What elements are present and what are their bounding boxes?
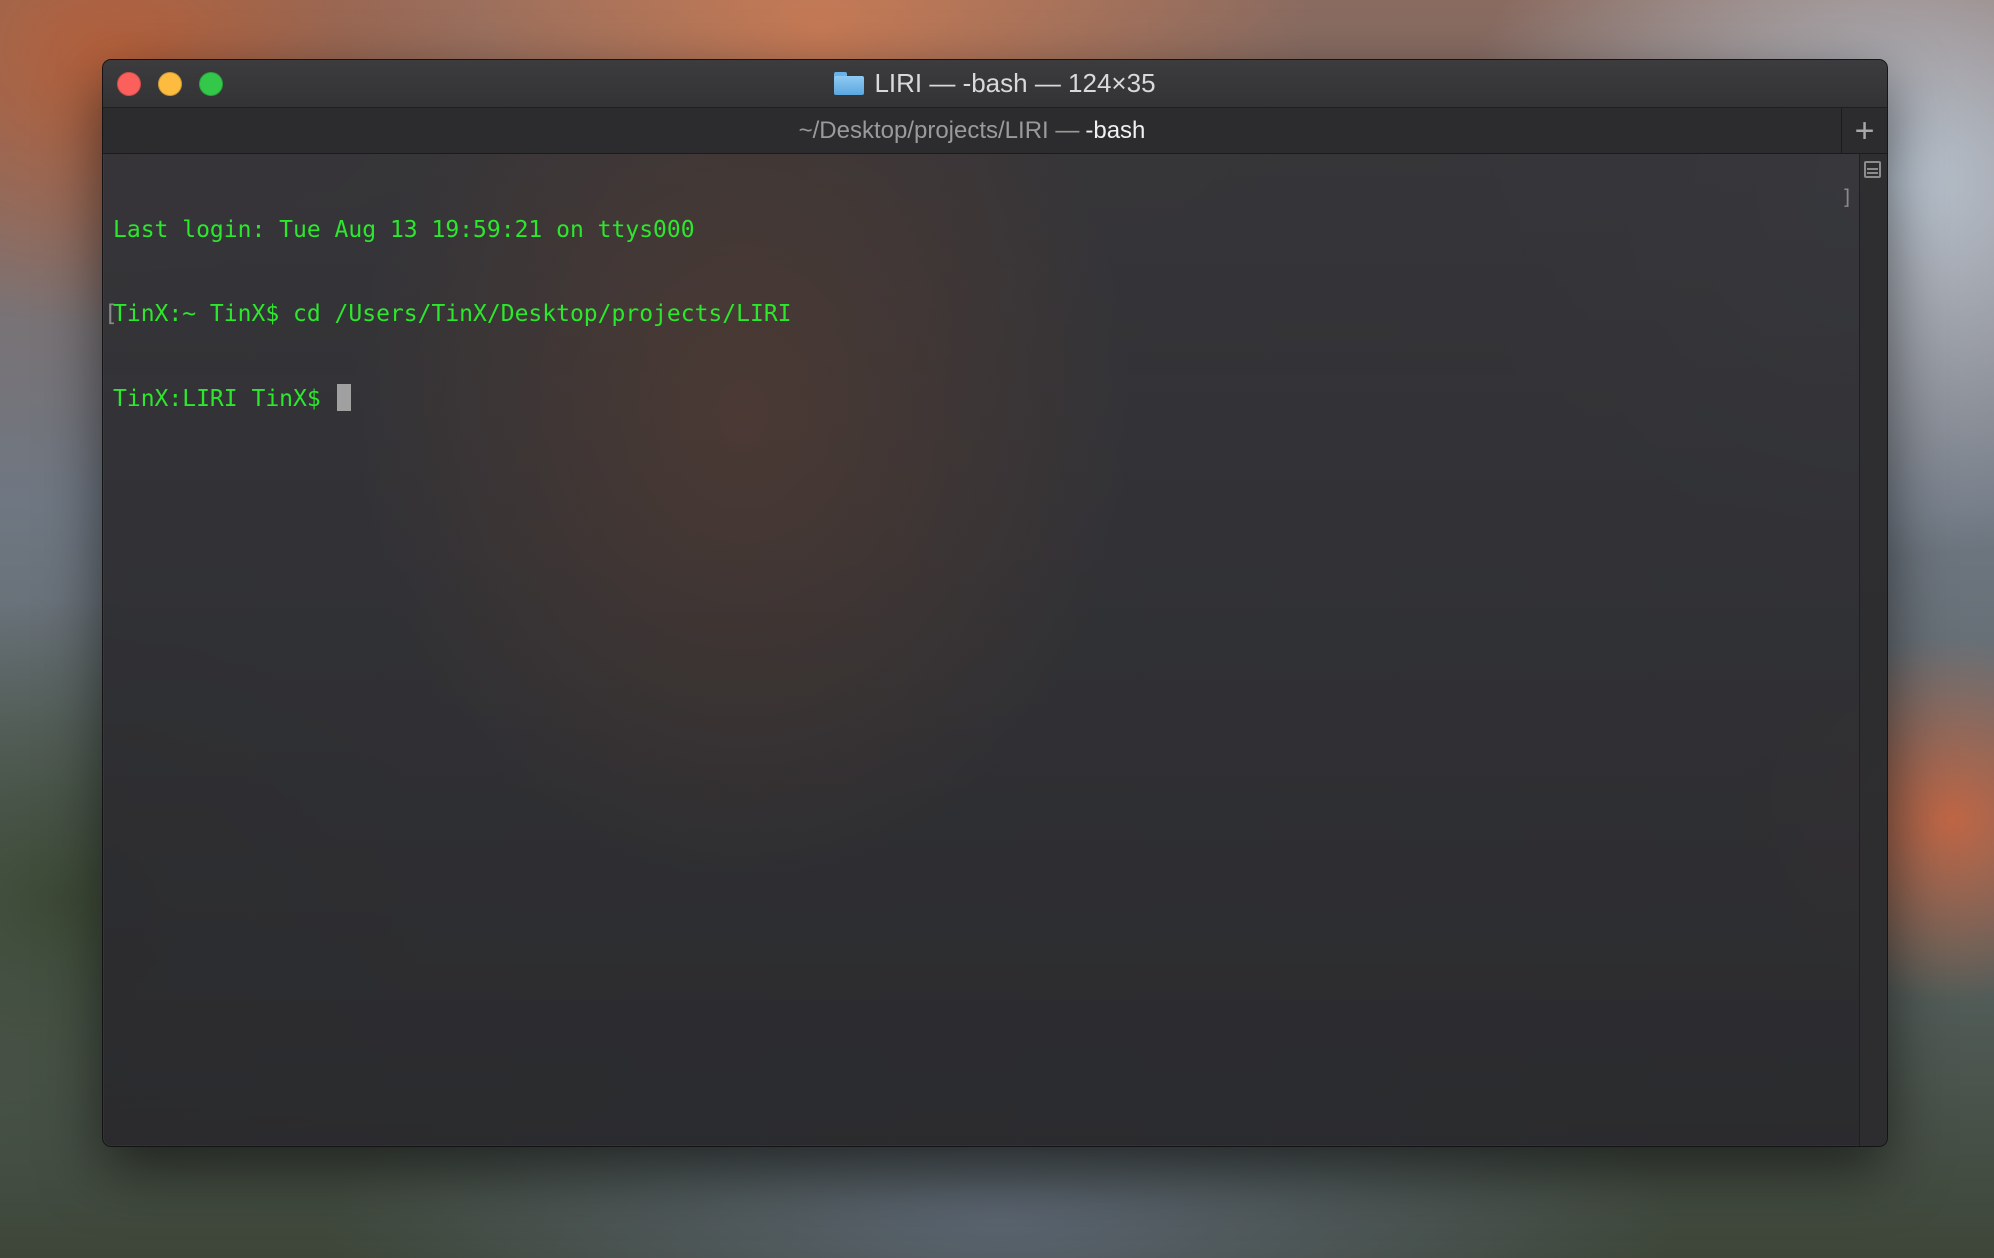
mark-right: ] (1840, 185, 1853, 209)
tab-bar: ~/Desktop/projects/LIRI — -bash + (103, 107, 1887, 154)
window-title-group: LIRI — -bash — 124×35 (834, 68, 1156, 99)
split-pane-icon[interactable] (1864, 161, 1881, 178)
terminal-line: Last login: Tue Aug 13 19:59:21 on ttys0… (113, 216, 1847, 244)
terminal-line: [TinX:~ TinX$ cd /Users/TinX/Desktop/pro… (104, 300, 1847, 328)
terminal-window: LIRI — -bash — 124×35 ~/Desktop/projects… (102, 59, 1888, 1147)
terminal-content[interactable]: Last login: Tue Aug 13 19:59:21 on ttys0… (103, 154, 1887, 1146)
window-title: LIRI — -bash — 124×35 (874, 68, 1156, 98)
mark-left: [ (104, 301, 118, 327)
scrollbar[interactable] (1859, 154, 1887, 1146)
plus-icon: + (1854, 111, 1875, 150)
title-bar[interactable]: LIRI — -bash — 124×35 (103, 60, 1887, 107)
tab-path: ~/Desktop/projects/LIRI — (798, 117, 1080, 144)
tab-process: -bash (1085, 117, 1146, 144)
tab-bash[interactable]: ~/Desktop/projects/LIRI — -bash (103, 108, 1841, 154)
folder-icon (834, 72, 865, 95)
maximize-button[interactable] (199, 72, 223, 96)
terminal-line: TinX:LIRI TinX$ (113, 384, 1847, 412)
command-line: TinX:~ TinX$ cd /Users/TinX/Desktop/proj… (113, 301, 792, 327)
prompt-line: TinX:LIRI TinX$ (113, 386, 335, 412)
text-cursor (336, 384, 351, 411)
terminal-output[interactable]: Last login: Tue Aug 13 19:59:21 on ttys0… (104, 160, 1847, 468)
window-controls (117, 72, 223, 96)
new-tab-button[interactable]: + (1841, 108, 1887, 154)
minimize-button[interactable] (158, 72, 182, 96)
last-login-text: Last login: Tue Aug 13 19:59:21 on ttys0… (113, 217, 695, 243)
close-button[interactable] (117, 72, 141, 96)
